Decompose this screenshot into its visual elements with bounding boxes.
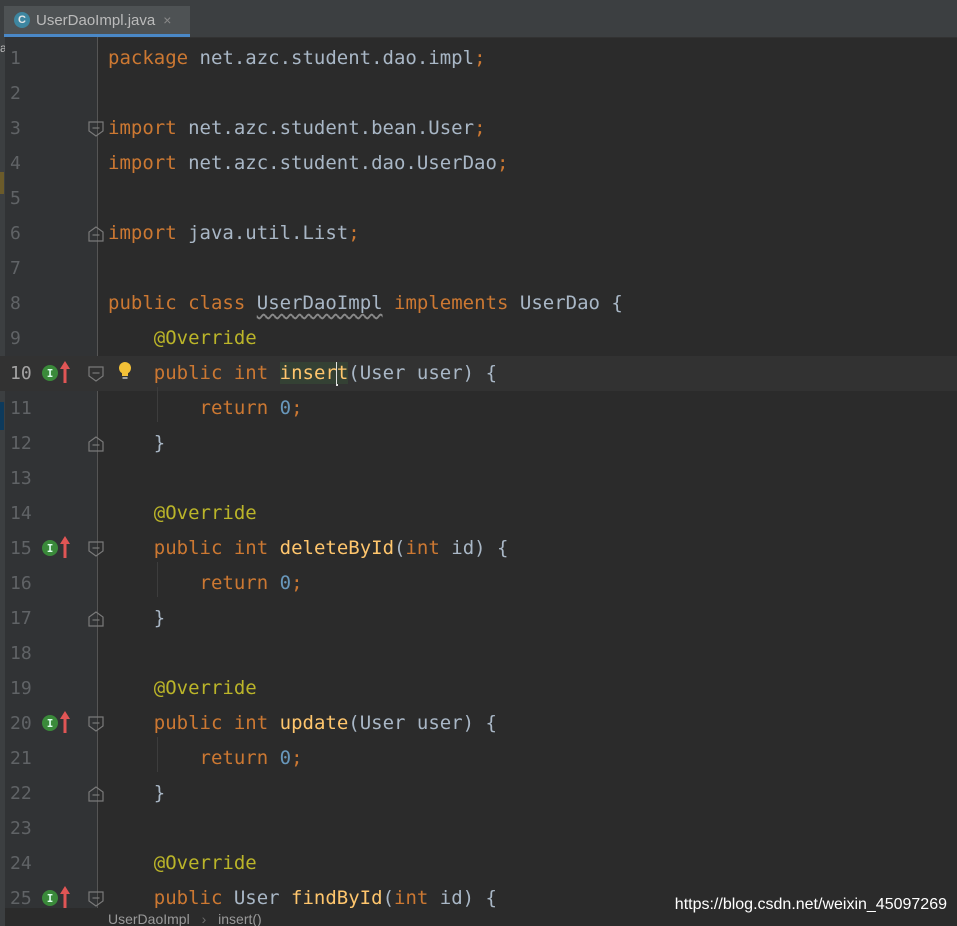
line-number: 12 (10, 433, 32, 454)
watermark-text: https://blog.csdn.net/weixin_45097269 (674, 896, 947, 913)
fold-icon[interactable] (88, 366, 104, 382)
line-number: 3 (10, 118, 21, 139)
line-number: 17 (10, 608, 32, 629)
code-text[interactable]: return 0; (108, 391, 303, 426)
code-text[interactable]: package net.azc.student.dao.impl; (108, 41, 486, 76)
close-icon[interactable]: × (163, 12, 171, 28)
code-line[interactable]: 1 package net.azc.student.dao.impl; (0, 41, 957, 76)
class-icon: C (14, 12, 30, 28)
breadcrumb-separator: › (201, 911, 207, 926)
code-line[interactable]: 10 I public int insert(User user) { (0, 356, 957, 391)
line-number: 7 (10, 258, 21, 279)
code-line[interactable]: 8 public class UserDaoImpl implements Use… (0, 286, 957, 321)
line-number: 6 (10, 223, 21, 244)
code-text[interactable]: @Override (108, 496, 257, 531)
fold-icon[interactable] (88, 786, 104, 802)
code-text[interactable]: } (108, 601, 165, 636)
line-number: 11 (10, 398, 32, 419)
code-line[interactable]: 7 (0, 251, 957, 286)
code-text[interactable]: public int update(User user) { (108, 706, 497, 741)
line-number: 4 (10, 153, 21, 174)
code-text[interactable]: import java.util.List; (108, 216, 360, 251)
code-line[interactable]: 2 (0, 76, 957, 111)
breadcrumb-method[interactable]: insert() (218, 911, 262, 926)
breadcrumb-class[interactable]: UserDaoImpl (108, 911, 190, 926)
line-number: 22 (10, 783, 32, 804)
line-number: 9 (10, 328, 21, 349)
code-text[interactable]: return 0; (108, 741, 303, 776)
code-text[interactable]: @Override (108, 671, 257, 706)
fold-icon[interactable] (88, 226, 104, 242)
line-number: 8 (10, 293, 21, 314)
indent-guide (157, 387, 158, 422)
code-text[interactable]: public class UserDaoImpl implements User… (108, 286, 623, 321)
code-line[interactable]: 17 } (0, 601, 957, 636)
implements-method-icon[interactable]: I (42, 540, 58, 556)
line-number: 14 (10, 503, 32, 524)
line-number: 23 (10, 818, 32, 839)
code-line[interactable]: 21 return 0; (0, 741, 957, 776)
code-text[interactable]: } (108, 776, 165, 811)
fold-icon[interactable] (88, 611, 104, 627)
line-number: 10 (10, 363, 32, 384)
arrow-up-icon[interactable] (60, 535, 70, 559)
code-line[interactable]: 24 @Override (0, 846, 957, 881)
line-number: 21 (10, 748, 32, 769)
code-text[interactable]: @Override (108, 846, 257, 881)
code-line[interactable]: 5 (0, 181, 957, 216)
code-line[interactable]: 12 } (0, 426, 957, 461)
code-text[interactable]: return 0; (108, 566, 303, 601)
implements-method-icon[interactable]: I (42, 890, 58, 906)
code-line[interactable]: 11 return 0; (0, 391, 957, 426)
code-line[interactable]: 13 (0, 461, 957, 496)
line-number: 20 (10, 713, 32, 734)
code-line[interactable]: 20 I public int update(User user) { (0, 706, 957, 741)
arrow-up-icon[interactable] (60, 885, 70, 909)
code-line[interactable]: 23 (0, 811, 957, 846)
tab-label: UserDaoImpl.java (36, 11, 156, 29)
implements-method-icon[interactable]: I (42, 365, 58, 381)
code-text[interactable]: @Override (108, 321, 257, 356)
indent-guide (157, 562, 158, 597)
fold-icon[interactable] (88, 891, 104, 907)
fold-icon[interactable] (88, 541, 104, 557)
code-line[interactable]: 15 I public int deleteById(int id) { (0, 531, 957, 566)
line-number: 13 (10, 468, 32, 489)
line-number: 2 (10, 83, 21, 104)
code-text[interactable]: public int deleteById(int id) { (108, 531, 509, 566)
line-number: 1 (10, 48, 21, 69)
code-line[interactable]: 9 @Override (0, 321, 957, 356)
line-number: 5 (10, 188, 21, 209)
fold-icon[interactable] (88, 436, 104, 452)
tab-userdaoimpl[interactable]: C UserDaoImpl.java × (4, 6, 190, 37)
arrow-up-icon[interactable] (60, 710, 70, 734)
code-line[interactable]: 3 import net.azc.student.bean.User; (0, 111, 957, 146)
line-number: 16 (10, 573, 32, 594)
code-text[interactable]: } (108, 426, 165, 461)
fold-icon[interactable] (88, 716, 104, 732)
code-line[interactable]: 6 import java.util.List; (0, 216, 957, 251)
code-line[interactable]: 14 @Override (0, 496, 957, 531)
line-number: 15 (10, 538, 32, 559)
line-number: 18 (10, 643, 32, 664)
line-number: 24 (10, 853, 32, 874)
code-text[interactable]: import net.azc.student.dao.UserDao; (108, 146, 508, 181)
code-line[interactable]: 18 (0, 636, 957, 671)
line-number: 25 (10, 888, 32, 909)
indent-guide (157, 737, 158, 772)
code-line[interactable]: 4 import net.azc.student.dao.UserDao; (0, 146, 957, 181)
editor-tab-bar: C UserDaoImpl.java × (0, 0, 957, 38)
code-line[interactable]: 19 @Override (0, 671, 957, 706)
code-text[interactable]: public int insert(User user) { (108, 356, 497, 391)
code-line[interactable]: 16 return 0; (0, 566, 957, 601)
fold-icon[interactable] (88, 121, 104, 137)
implements-method-icon[interactable]: I (42, 715, 58, 731)
code-text[interactable]: import net.azc.student.bean.User; (108, 111, 486, 146)
code-line[interactable]: 22 } (0, 776, 957, 811)
arrow-up-icon[interactable] (60, 360, 70, 384)
line-number: 19 (10, 678, 32, 699)
